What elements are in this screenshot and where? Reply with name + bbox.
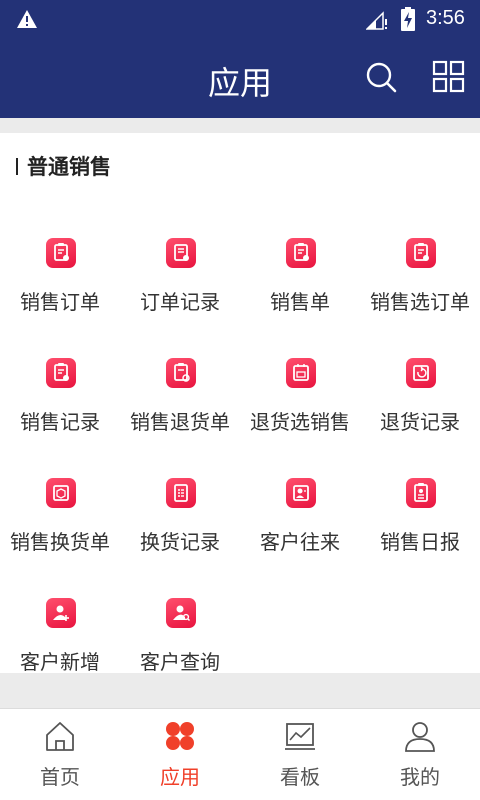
bottom-tab-bar: 首页 应用 看板 我的 [0,708,480,800]
tab-label: 应用 [160,765,200,789]
sales-return-icon [166,358,196,388]
select-order-icon [406,238,436,268]
app-tile-select-order[interactable]: 销售选订单 [360,238,480,348]
tab-dashboard[interactable]: 看板 [240,709,360,800]
tab-label: 我的 [400,765,440,789]
add-customer-icon [46,598,76,628]
search-icon[interactable] [364,60,398,94]
tab-label: 首页 [40,765,80,789]
app-panel: 普通销售 销售订单 订单记录 销售单 销售选订单 销售记录 销售退货单 退货选销… [0,133,480,674]
profile-icon [405,722,435,752]
app-tile-customer-contact[interactable]: 客户往来 [240,478,360,588]
grid-icon[interactable] [432,60,466,94]
app-tile-label: 客户往来 [260,530,340,554]
tab-apps[interactable]: 应用 [120,709,240,800]
app-tile-return-select[interactable]: 退货选销售 [240,358,360,468]
exchange-slip-icon [46,478,76,508]
page-title: 应用 [207,64,272,102]
app-tile-label: 销售单 [270,290,330,314]
app-tile-label: 换货记录 [140,530,220,554]
status-time: 3:56 [426,7,465,29]
daily-report-icon [406,478,436,508]
app-tile-label: 销售订单 [20,290,100,314]
divider [0,688,480,708]
signal-icon [366,11,387,30]
app-tile-label: 退货记录 [380,410,460,434]
app-tile-daily-report[interactable]: 销售日报 [360,478,480,588]
tab-home[interactable]: 首页 [0,709,120,800]
app-tile-label: 订单记录 [140,290,220,314]
app-tile-return-record[interactable]: 退货记录 [360,358,480,468]
sales-record-icon [46,358,76,388]
status-bar: 3:56 [0,0,480,40]
section-title-text: 普通销售 [27,155,111,179]
exchange-record-icon [166,478,196,508]
return-select-icon [286,358,316,388]
dashboard-icon [285,723,315,750]
tab-profile[interactable]: 我的 [360,709,480,800]
apps-icon [166,722,194,750]
home-icon [46,722,74,751]
return-record-icon [406,358,436,388]
app-tile-label: 销售日报 [380,530,460,554]
app-bar: 应用 [0,40,480,118]
section-title: 普通销售 [16,151,111,181]
tab-label: 看板 [280,765,320,789]
app-tile-order-record[interactable]: 订单记录 [120,238,240,348]
app-tile-sales-slip[interactable]: 销售单 [240,238,360,348]
app-tile-label: 销售换货单 [10,530,110,554]
app-tile-sales-return[interactable]: 销售退货单 [120,358,240,468]
app-tile-label: 客户新增 [20,650,100,674]
app-tile-label: 销售记录 [20,410,100,434]
app-tile-exchange-slip[interactable]: 销售换货单 [0,478,120,588]
customer-contact-icon [286,478,316,508]
order-clipboard-icon [46,238,76,268]
app-tile-sales-order[interactable]: 销售订单 [0,238,120,348]
app-tile-sales-record[interactable]: 销售记录 [0,358,120,468]
app-tile-label: 销售退货单 [130,410,230,434]
section-marker [16,157,18,175]
app-tile-label: 客户查询 [140,650,220,674]
search-customer-icon [166,598,196,628]
app-tile-exchange-record[interactable]: 换货记录 [120,478,240,588]
battery-charging-icon [401,7,415,31]
order-record-icon [166,238,196,268]
warning-icon [17,10,37,28]
app-tile-label: 退货选销售 [250,410,350,434]
sales-slip-icon [286,238,316,268]
app-tile-label: 销售选订单 [370,290,470,314]
